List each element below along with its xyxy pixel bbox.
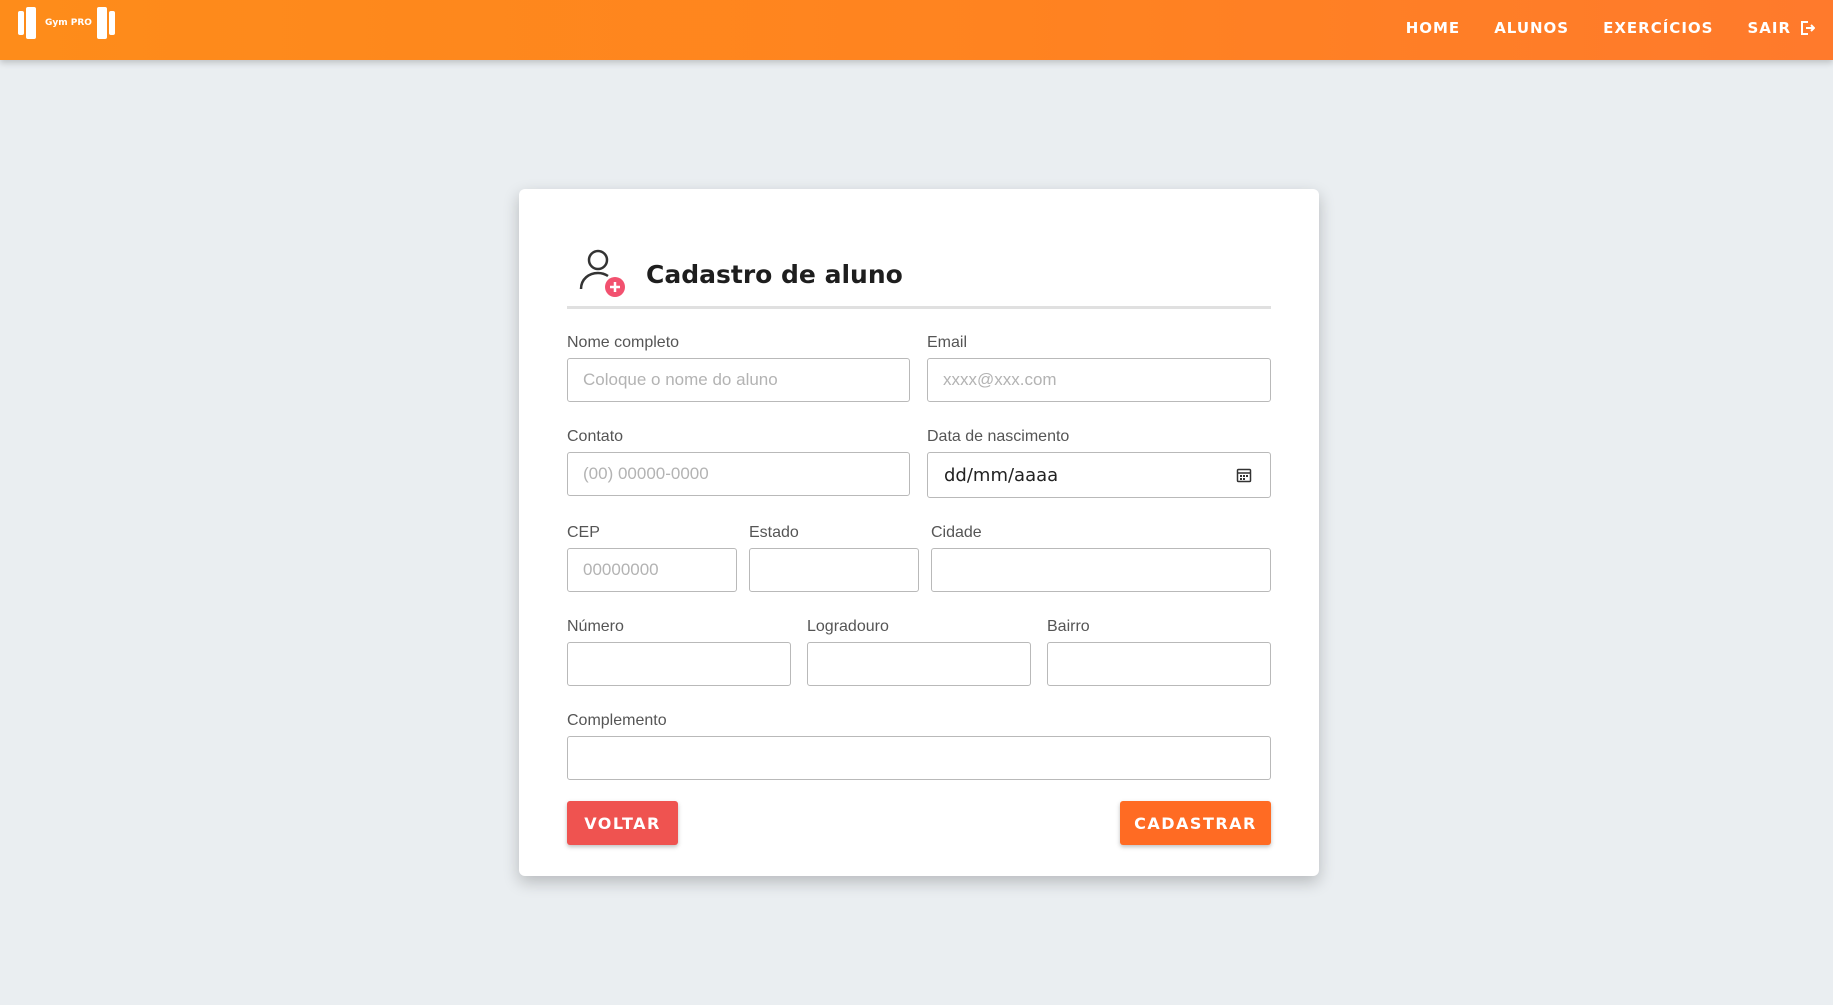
- birthdate-value: dd/mm/aaaa: [944, 464, 1059, 486]
- dumbbell-left-plate-small: [18, 11, 24, 35]
- bairro-label: Bairro: [1047, 618, 1090, 635]
- logout-icon: [1799, 20, 1816, 36]
- card-header: Cadastro de aluno: [567, 247, 1271, 309]
- nav-sair-label: SAIR: [1747, 19, 1791, 37]
- nav-home-label: HOME: [1405, 19, 1461, 37]
- bairro-input[interactable]: [1047, 642, 1271, 686]
- email-input[interactable]: [927, 358, 1271, 402]
- cidade-input[interactable]: [931, 548, 1271, 592]
- nav-home[interactable]: HOME: [1406, 19, 1460, 37]
- birthdate-input[interactable]: dd/mm/aaaa: [927, 452, 1271, 498]
- complemento-field-group: Complemento: [567, 710, 1271, 780]
- top-navbar: Gym PRO HOME ALUNOS EXERCÍCIOS SAIR: [0, 0, 1833, 60]
- email-field-group: Email: [927, 332, 1271, 402]
- contato-input[interactable]: [567, 452, 910, 496]
- calendar-icon[interactable]: [1236, 467, 1252, 483]
- nav-alunos[interactable]: ALUNOS: [1494, 19, 1569, 37]
- cep-label: CEP: [567, 524, 600, 541]
- contato-field-group: Contato: [567, 426, 910, 496]
- nav-alunos-label: ALUNOS: [1494, 19, 1570, 37]
- logradouro-field-group: Logradouro: [807, 616, 1031, 686]
- nav-sair[interactable]: SAIR: [1747, 19, 1816, 37]
- nome-label: Nome completo: [567, 334, 680, 351]
- cep-input[interactable]: [567, 548, 737, 592]
- logradouro-label: Logradouro: [807, 618, 889, 635]
- nome-field-group: Nome completo: [567, 332, 910, 402]
- nav-exercicios[interactable]: EXERCÍCIOS: [1603, 19, 1713, 37]
- bairro-field-group: Bairro: [1047, 616, 1271, 686]
- gym-pro-logo[interactable]: Gym PRO: [16, 7, 122, 39]
- page-title: Cadastro de aluno: [646, 260, 903, 289]
- cep-field-group: CEP: [567, 522, 737, 592]
- add-user-icon: [577, 247, 629, 299]
- numero-input[interactable]: [567, 642, 791, 686]
- main-nav: HOME ALUNOS EXERCÍCIOS SAIR: [1372, 0, 1816, 56]
- submit-button[interactable]: CADASTRAR: [1120, 801, 1271, 845]
- contato-label: Contato: [567, 428, 624, 445]
- logradouro-input[interactable]: [807, 642, 1031, 686]
- complemento-input[interactable]: [567, 736, 1271, 780]
- nome-input[interactable]: [567, 358, 910, 402]
- cidade-label: Cidade: [931, 524, 982, 541]
- complemento-label: Complemento: [567, 712, 667, 729]
- dumbbell-right-plate: [97, 7, 107, 39]
- dumbbell-right-plate-small: [109, 11, 115, 35]
- nav-exercicios-label: EXERCÍCIOS: [1603, 19, 1714, 37]
- back-button[interactable]: VOLTAR: [567, 801, 678, 845]
- estado-input[interactable]: [749, 548, 919, 592]
- numero-label: Número: [567, 618, 624, 635]
- student-registration-card: Cadastro de aluno Nome completo Email Co…: [519, 189, 1319, 876]
- nascimento-label: Data de nascimento: [927, 428, 1070, 445]
- nascimento-field-group: Data de nascimento dd/mm/aaaa: [927, 426, 1271, 498]
- cidade-field-group: Cidade: [931, 522, 1271, 592]
- brand-name: Gym PRO: [45, 18, 92, 28]
- numero-field-group: Número: [567, 616, 791, 686]
- dumbbell-left-plate: [26, 7, 36, 39]
- estado-field-group: Estado: [749, 522, 919, 592]
- email-label: Email: [927, 334, 968, 351]
- estado-label: Estado: [749, 524, 799, 541]
